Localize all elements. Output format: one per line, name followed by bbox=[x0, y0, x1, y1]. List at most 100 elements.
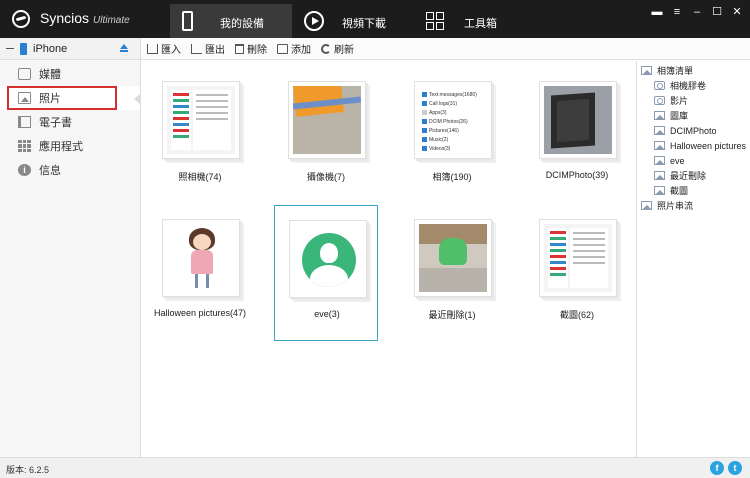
app-name: Syncios Ultimate bbox=[40, 10, 130, 26]
album-label: 攝像機(7) bbox=[307, 172, 345, 182]
top-navigation: 我的設備 視頻下載 工具箱 bbox=[170, 4, 536, 38]
tree-item-label: 最近刪除 bbox=[670, 171, 707, 181]
app-edition: Ultimate bbox=[93, 15, 130, 26]
menu-icon[interactable]: ≡ bbox=[670, 5, 684, 19]
album-list-icon bbox=[641, 66, 652, 75]
tree-item-dcimphoto[interactable]: DCIMPhoto bbox=[637, 123, 750, 138]
picture-icon bbox=[654, 126, 665, 135]
camera-icon bbox=[654, 81, 665, 90]
tab-toolbox[interactable]: 工具箱 bbox=[414, 4, 536, 38]
thumb-list-text: Music(2) bbox=[429, 136, 449, 143]
tree-item-photo-stream[interactable]: 照片串流 bbox=[637, 198, 750, 213]
export-icon bbox=[191, 43, 202, 54]
export-label: 匯出 bbox=[205, 45, 225, 56]
album-tile[interactable]: 截圖(62) bbox=[525, 199, 629, 335]
tab-video-download[interactable]: 視頻下載 bbox=[292, 4, 414, 38]
album-tile[interactable]: 照相機(74) bbox=[148, 61, 252, 197]
title-bar: Syncios Ultimate 我的設備 視頻下載 工具箱 ▬ ≡ – ☐ ✕ bbox=[0, 0, 750, 38]
maximize-icon[interactable]: ☐ bbox=[710, 5, 724, 19]
phone-icon bbox=[182, 11, 193, 31]
device-header[interactable]: iPhone bbox=[0, 38, 141, 60]
tree-item-label: 相簿清單 bbox=[657, 66, 694, 76]
album-label: 相簿(190) bbox=[432, 172, 472, 182]
album-label: eve(3) bbox=[314, 309, 340, 319]
tree-item-camera-roll[interactable]: 相機膠卷 bbox=[637, 78, 750, 93]
info-icon: i bbox=[18, 164, 31, 176]
album-label: Halloween pictures(47) bbox=[153, 308, 247, 318]
picture-icon bbox=[654, 156, 665, 165]
status-bar: 版本: 6.2.5 f t bbox=[0, 457, 750, 478]
album-thumbnail bbox=[289, 220, 367, 298]
picture-icon bbox=[654, 171, 665, 180]
ebook-icon bbox=[18, 116, 31, 128]
album-label: 截圖(62) bbox=[559, 310, 594, 320]
album-label: 照相機(74) bbox=[178, 172, 222, 182]
sidebar-item-ebooks[interactable]: 電子書 bbox=[0, 110, 140, 134]
album-thumbnail bbox=[539, 219, 617, 297]
album-thumbnail: Text messages(1680) Call logs(31) Apps(3… bbox=[414, 81, 492, 159]
tab-toolbox-label: 工具箱 bbox=[464, 18, 497, 30]
tree-item-recently-deleted[interactable]: 最近刪除 bbox=[637, 168, 750, 183]
thumb-list-text: DCIM Photos(26) bbox=[429, 118, 468, 125]
toolbar: 匯入 匯出 刪除 添加 刷新 bbox=[141, 38, 750, 60]
album-tree-panel: 相簿清單 相機膠卷 影片 圖庫 DCIMPhoto Halloween pict… bbox=[636, 61, 750, 457]
refresh-button[interactable]: 刷新 bbox=[321, 41, 354, 56]
tab-my-device-label: 我的設備 bbox=[220, 18, 264, 30]
eject-icon[interactable] bbox=[120, 44, 128, 52]
export-button[interactable]: 匯出 bbox=[191, 41, 225, 56]
sidebar-item-label: 電子書 bbox=[39, 117, 72, 129]
iphone-icon bbox=[20, 42, 27, 55]
minimize-icon[interactable]: – bbox=[690, 5, 704, 19]
tree-item-halloween[interactable]: Halloween pictures bbox=[637, 138, 750, 153]
selection-arrow-icon bbox=[134, 94, 140, 104]
delete-button[interactable]: 刪除 bbox=[235, 41, 267, 56]
sidebar: 媒體 照片 電子書 應用程式 i 信息 bbox=[0, 60, 141, 457]
default-avatar-icon bbox=[302, 233, 356, 287]
sidebar-item-apps[interactable]: 應用程式 bbox=[0, 134, 140, 158]
collapse-icon[interactable] bbox=[6, 48, 14, 49]
album-tile-selected[interactable]: eve(3) bbox=[274, 205, 378, 341]
tree-item-videos[interactable]: 影片 bbox=[637, 93, 750, 108]
facebook-icon[interactable]: f bbox=[710, 461, 724, 475]
sidebar-item-info[interactable]: i 信息 bbox=[0, 158, 140, 182]
device-name: iPhone bbox=[33, 42, 68, 55]
add-button[interactable]: 添加 bbox=[277, 41, 311, 56]
camera-icon bbox=[654, 96, 665, 105]
thumb-list-text: Apps(3) bbox=[429, 109, 447, 116]
window-controls: ▬ ≡ – ☐ ✕ bbox=[650, 5, 744, 19]
social-links: f t bbox=[710, 461, 742, 475]
import-button[interactable]: 匯入 bbox=[147, 41, 181, 56]
tree-item-eve[interactable]: eve bbox=[637, 153, 750, 168]
album-tile[interactable]: Text messages(1680) Call logs(31) Apps(3… bbox=[400, 61, 504, 197]
sidebar-item-label: 應用程式 bbox=[39, 141, 83, 153]
sidebar-item-media[interactable]: 媒體 bbox=[0, 62, 140, 86]
album-tile[interactable]: Halloween pictures(47) bbox=[148, 199, 252, 335]
picture-icon bbox=[654, 111, 665, 120]
album-thumbnail bbox=[539, 81, 617, 159]
tree-item-label: DCIMPhoto bbox=[670, 125, 717, 136]
album-thumbnail bbox=[162, 219, 240, 297]
tree-item-label: 相機膠卷 bbox=[670, 81, 707, 91]
tree-item-library[interactable]: 圖庫 bbox=[637, 108, 750, 123]
close-icon[interactable]: ✕ bbox=[730, 5, 744, 19]
album-thumbnail bbox=[414, 219, 492, 297]
refresh-icon bbox=[321, 43, 331, 54]
thumb-list-text: Pictures(146) bbox=[429, 127, 459, 134]
album-tile[interactable]: 最近刪除(1) bbox=[400, 199, 504, 335]
tree-item-label: 圖庫 bbox=[670, 111, 689, 121]
tree-item-album-list[interactable]: 相簿清單 bbox=[637, 63, 750, 78]
apps-icon bbox=[18, 140, 31, 152]
syncios-logo-icon bbox=[12, 10, 30, 28]
chat-icon[interactable]: ▬ bbox=[650, 5, 664, 19]
sidebar-item-label: 信息 bbox=[39, 165, 61, 177]
picture-icon bbox=[654, 141, 665, 150]
tree-item-screenshots[interactable]: 截圖 bbox=[637, 183, 750, 198]
album-tile[interactable]: 攝像機(7) bbox=[274, 61, 378, 197]
twitter-icon[interactable]: t bbox=[728, 461, 742, 475]
media-icon bbox=[18, 68, 31, 80]
tree-item-label: Halloween pictures bbox=[670, 140, 747, 151]
tab-my-device[interactable]: 我的設備 bbox=[170, 4, 292, 38]
thumb-list-text: Videos(3) bbox=[429, 145, 451, 152]
album-tile[interactable]: DCIMPhoto(39) bbox=[525, 61, 629, 197]
trash-icon bbox=[235, 43, 244, 54]
